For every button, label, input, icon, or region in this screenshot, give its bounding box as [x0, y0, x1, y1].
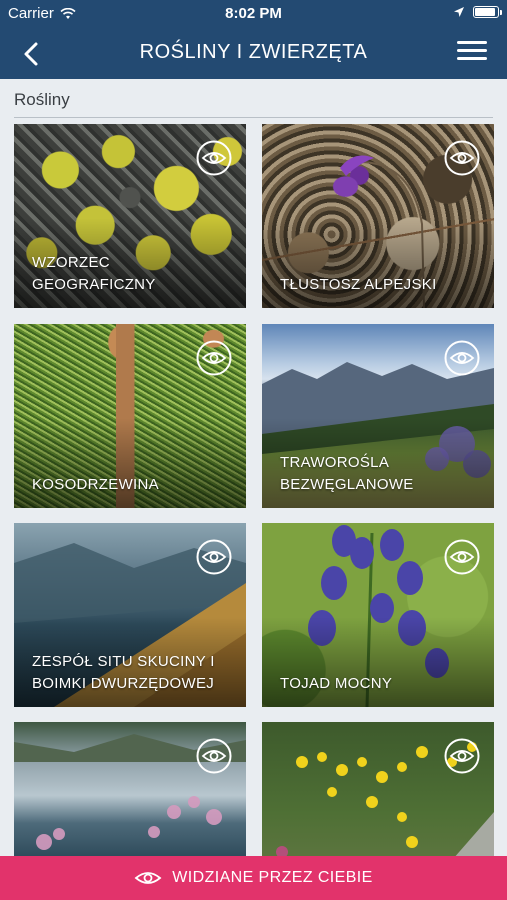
plant-card[interactable]: TOJAD MOCNY: [262, 523, 494, 707]
eye-icon[interactable]: [444, 738, 480, 774]
navigation-bar: ROŚLINY I ZWIERZĘTA: [0, 28, 507, 79]
card-label: ZESPÓŁ SITU SKUCINY I BOIMKI DWURZĘDOWEJ: [32, 653, 215, 692]
plant-card[interactable]: KOSODRZEWINA: [14, 324, 246, 508]
section-title: Rośliny: [14, 90, 70, 109]
eye-icon[interactable]: [196, 539, 232, 575]
eye-icon[interactable]: [196, 738, 232, 774]
back-arrow-icon[interactable]: [14, 36, 50, 72]
plant-card[interactable]: ZESPÓŁ SITU SKUCINY I BOIMKI DWURZĘDOWEJ: [14, 523, 246, 707]
status-time: 8:02 PM: [225, 5, 282, 22]
card-label: KOSODRZEWINA: [32, 476, 159, 493]
card-label: TRAWOROŚLA BEZWĘGLANOWE: [280, 454, 414, 493]
plant-card[interactable]: TŁUSTOSZ ALPEJSKI: [262, 124, 494, 308]
location-arrow-icon: [454, 7, 464, 17]
status-right: [453, 6, 502, 18]
card-label: TOJAD MOCNY: [280, 675, 393, 692]
section-divider: [14, 117, 493, 118]
eye-icon[interactable]: [444, 539, 480, 575]
eye-icon[interactable]: [444, 340, 480, 376]
card-label: TŁUSTOSZ ALPEJSKI: [280, 276, 437, 293]
hamburger-menu-icon[interactable]: [457, 41, 487, 65]
eye-icon[interactable]: [196, 140, 232, 176]
page-title: ROŚLINY I ZWIERZĘTA: [139, 41, 368, 63]
eye-icon: [134, 872, 162, 884]
eye-icon[interactable]: [196, 340, 232, 376]
seen-by-you-label: WIDZIANE PRZEZ CIEBIE: [172, 869, 373, 886]
seen-by-you-button[interactable]: WIDZIANE PRZEZ CIEBIE: [0, 856, 507, 900]
eye-icon[interactable]: [444, 140, 480, 176]
battery-icon: [473, 6, 502, 18]
plant-card[interactable]: WZORZEC GEOGRAFICZNY: [14, 124, 246, 308]
status-bar: Carrier 8:02 PM: [0, 0, 507, 28]
card-label: WZORZEC GEOGRAFICZNY: [32, 254, 156, 293]
plant-card[interactable]: TRAWOROŚLA BEZWĘGLANOWE: [262, 324, 494, 508]
